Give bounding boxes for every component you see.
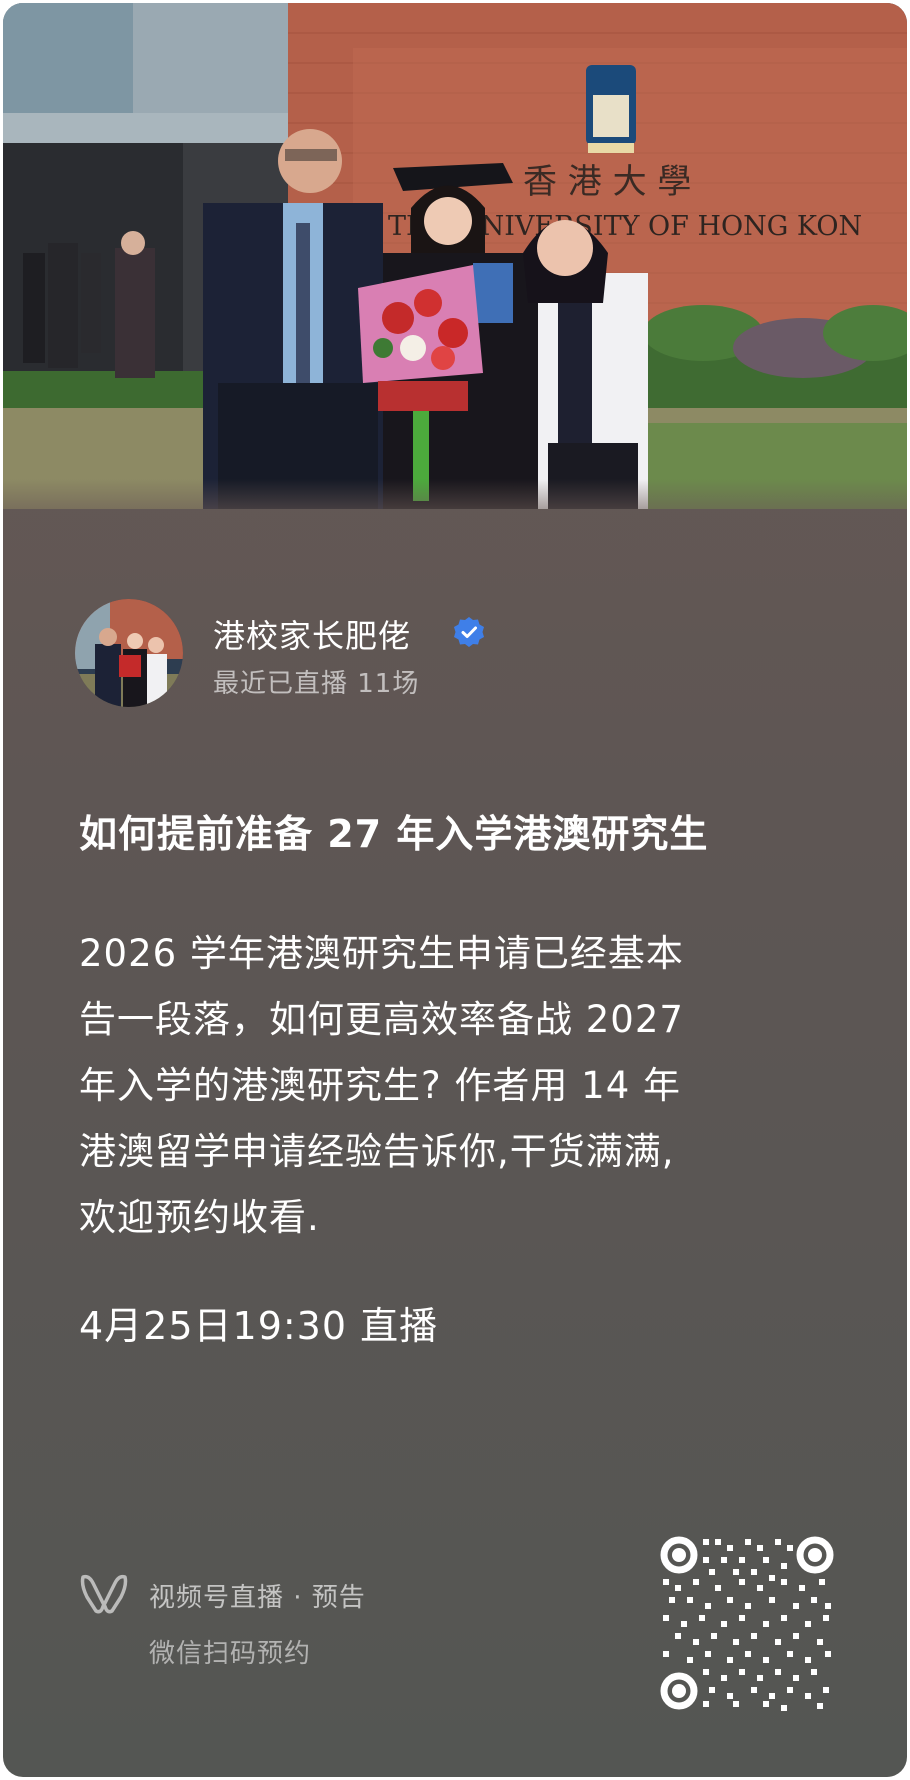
live-description: 2026 学年港澳研究生申请已经基本 告一段落，如何更高效率备战 2027 年入…	[79, 921, 839, 1251]
description-line: 2026 学年港澳研究生申请已经基本	[79, 932, 684, 975]
description-line: 告一段落，如何更高效率备战 2027	[79, 998, 684, 1041]
video-channel-icon	[80, 1574, 128, 1614]
channel-label: 视频号直播 · 预告	[149, 1583, 366, 1613]
author-avatar[interactable]	[75, 599, 183, 707]
live-schedule-time: 4月25日19:30 直播	[79, 1304, 439, 1348]
description-line: 港澳留学申请经验告诉你,干货满满,	[79, 1130, 675, 1173]
cover-photo: 香 港 大 學 THE UNIVERSITY OF HONG KON	[3, 3, 907, 509]
qr-code-icon[interactable]	[659, 1535, 835, 1711]
scan-hint: 微信扫码预约	[149, 1639, 312, 1669]
live-preview-card: 香 港 大 學 THE UNIVERSITY OF HONG KON 港校家长肥…	[3, 3, 907, 1777]
svg-text:香 港 大 學: 香 港 大 學	[523, 162, 691, 202]
author-live-count: 最近已直播 11场	[213, 669, 420, 699]
author-name[interactable]: 港校家长肥佬	[213, 611, 411, 657]
live-title: 如何提前准备 27 年入学港澳研究生	[79, 812, 709, 856]
description-line: 欢迎预约收看.	[79, 1196, 320, 1239]
description-line: 年入学的港澳研究生? 作者用 14 年	[79, 1064, 682, 1107]
verified-badge-icon	[454, 617, 484, 647]
